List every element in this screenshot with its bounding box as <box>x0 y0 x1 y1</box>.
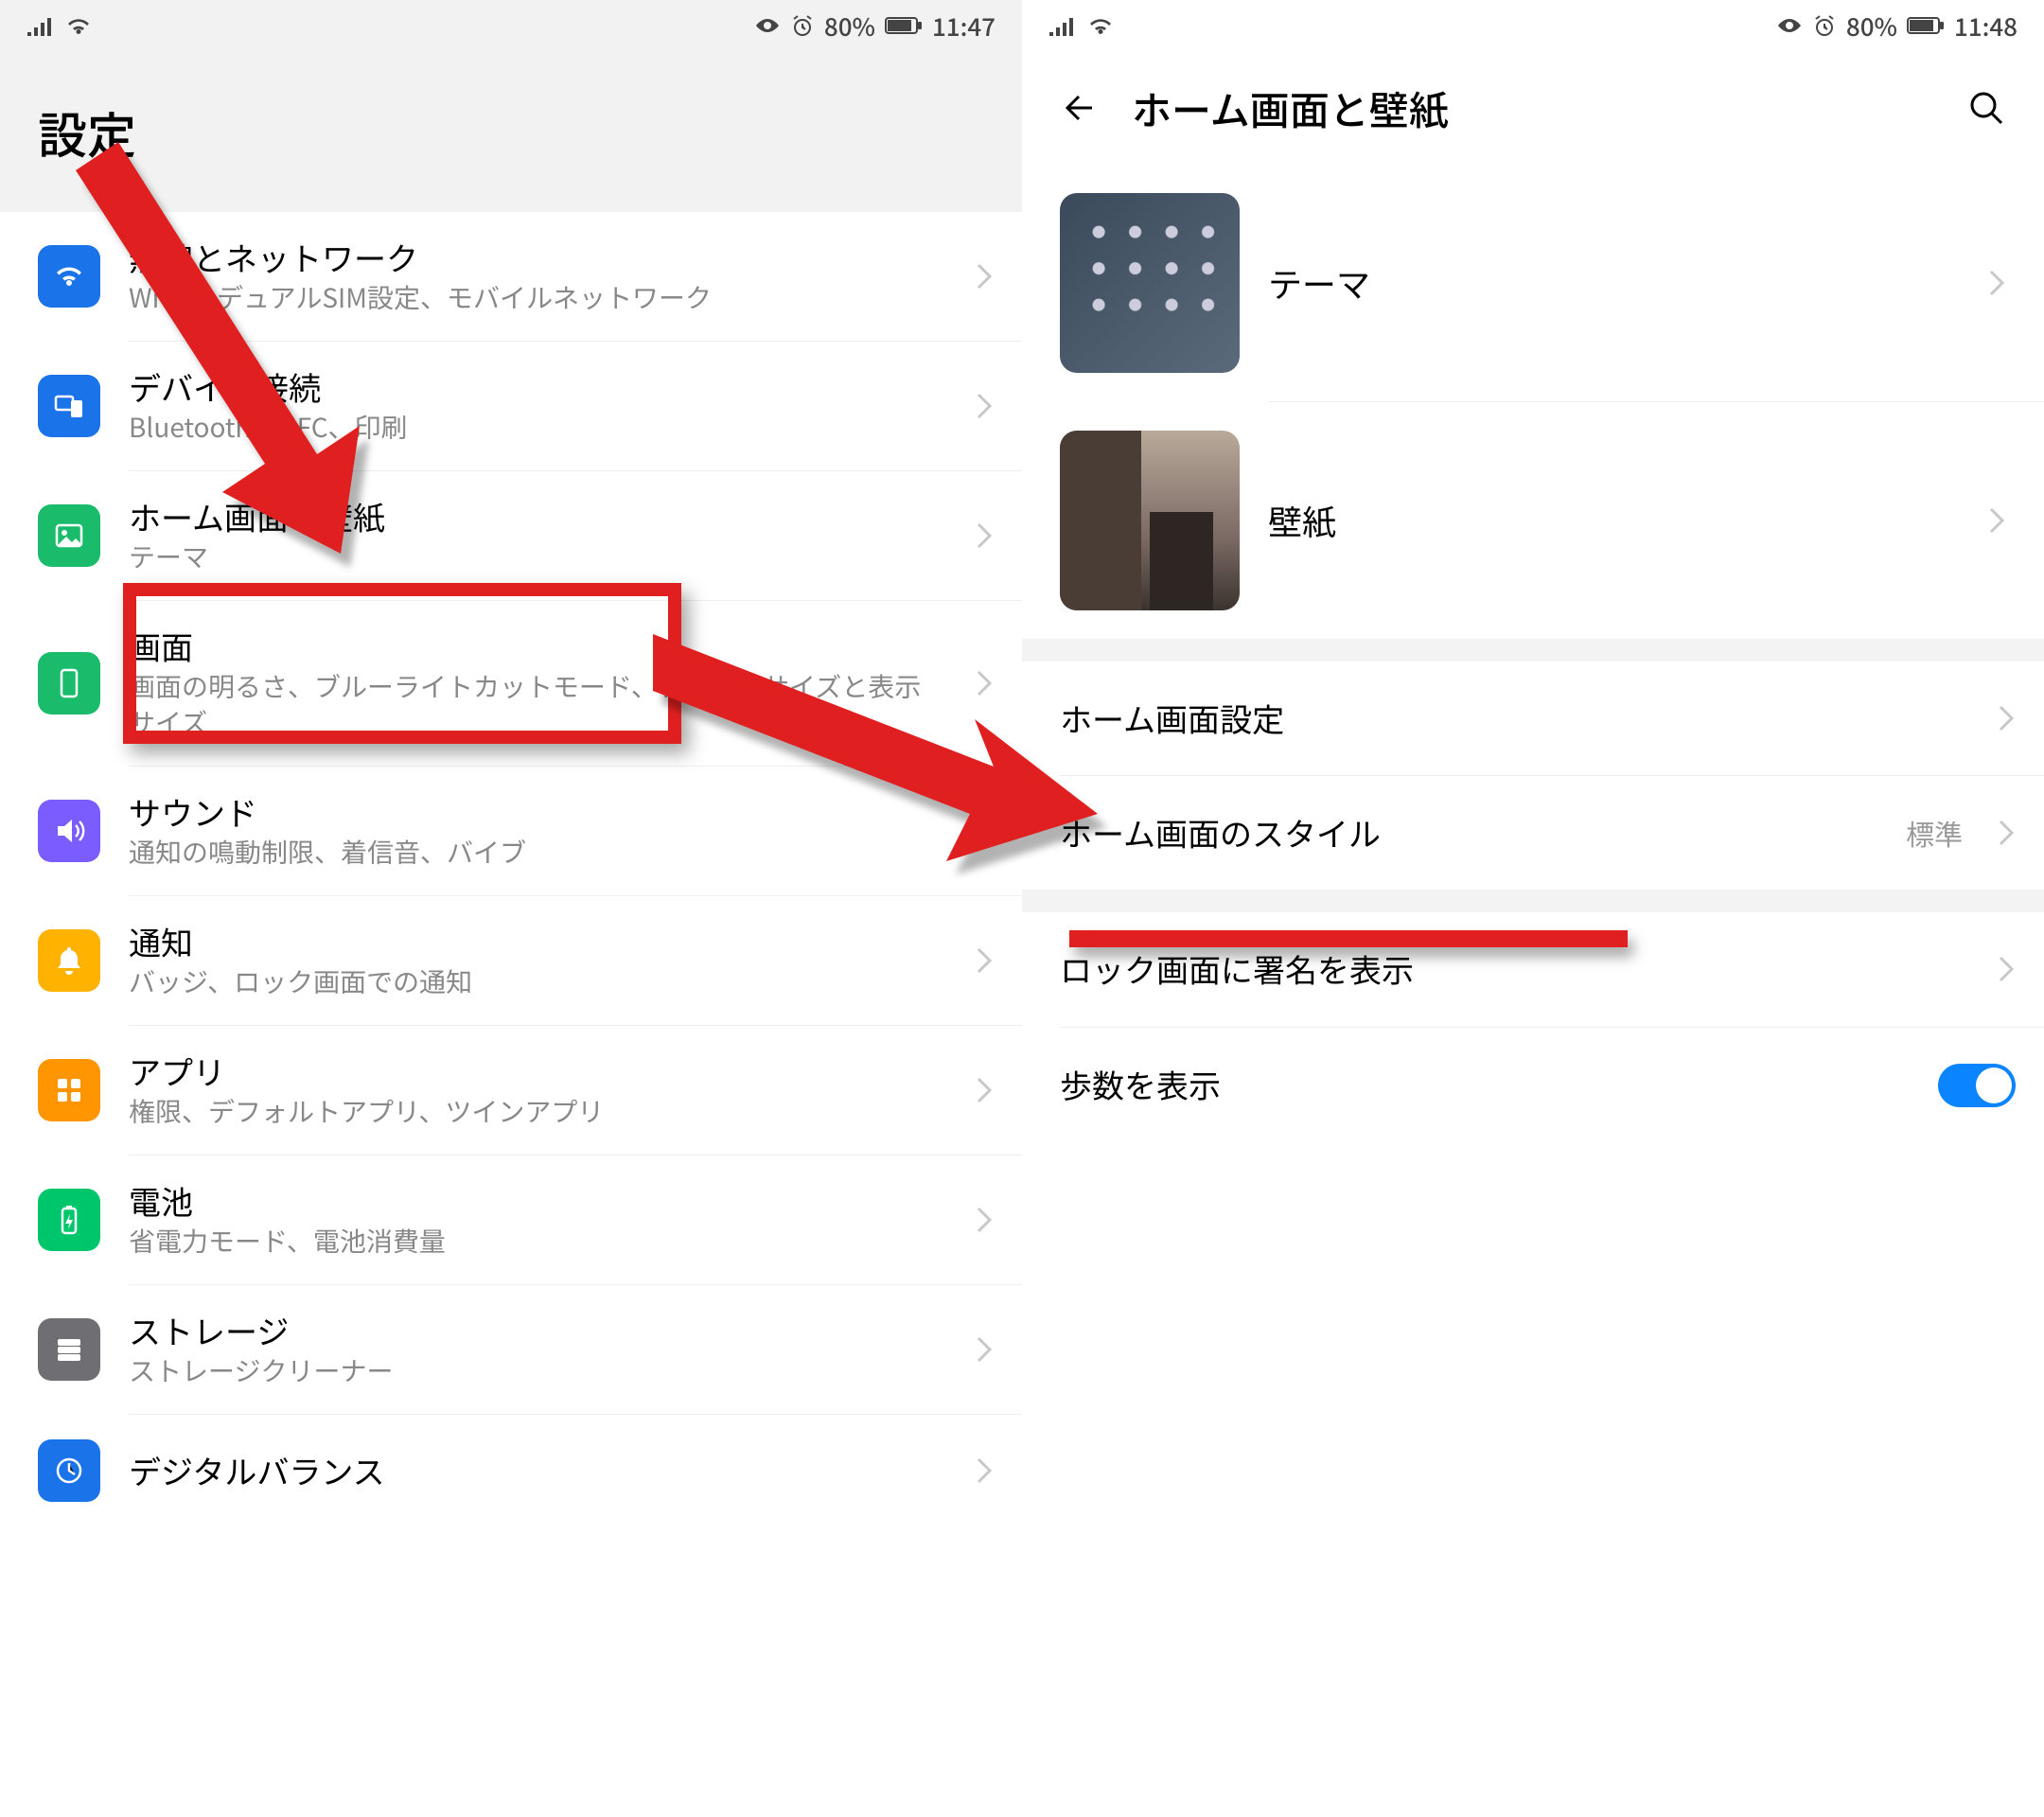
battery-icon <box>1907 16 1945 35</box>
row-value: 標準 <box>1906 812 1963 854</box>
wifi-status-icon <box>64 15 93 36</box>
row-title: 壁紙 <box>1268 499 1959 543</box>
row-title: ホーム画面と壁紙 <box>129 496 946 538</box>
row-sub: 画面の明るさ、ブルーライトカットモード、テキストサイズと表示サイズ <box>129 669 946 741</box>
row-battery[interactable]: 電池 省電力モード、電池消費量 <box>0 1155 1022 1284</box>
header: ホーム画面と壁紙 <box>1022 51 2044 165</box>
page-title: ホーム画面と壁紙 <box>1132 79 1449 137</box>
search-icon[interactable] <box>1966 88 2006 128</box>
wifi-status-icon <box>1086 15 1115 36</box>
header: 設定 <box>0 51 1022 212</box>
chevron-right-icon <box>1997 703 2016 733</box>
row-home-wallpaper[interactable]: ホーム画面と壁紙 テーマ <box>0 471 1022 600</box>
wifi-icon <box>38 245 100 308</box>
row-lock-signature[interactable]: ロック画面に署名を表示 <box>1022 912 2044 1026</box>
alarm-icon <box>1812 14 1837 37</box>
eye-icon <box>1776 16 1803 35</box>
row-sub: Wi-Fi、デュアルSIM設定、モバイルネットワーク <box>129 280 946 316</box>
wallpaper-thumbnail <box>1060 431 1240 610</box>
alarm-icon <box>790 14 815 37</box>
row-title: デバイス接続 <box>129 366 946 408</box>
chevron-right-icon <box>975 520 994 551</box>
row-sub: バッジ、ロック画面での通知 <box>129 964 946 1000</box>
status-bar: 80% 11:47 <box>0 0 1022 51</box>
status-bar: 80% 11:48 <box>1022 0 2044 51</box>
row-notifications[interactable]: 通知 バッジ、ロック画面での通知 <box>0 896 1022 1025</box>
chevron-right-icon <box>975 1205 994 1235</box>
apps-icon <box>38 1059 100 1121</box>
chevron-right-icon <box>975 261 994 291</box>
toggle-on[interactable] <box>1938 1064 2016 1107</box>
clock-time: 11:48 <box>1954 9 2018 44</box>
row-display[interactable]: 画面 画面の明るさ、ブルーライトカットモード、テキストサイズと表示サイズ <box>0 601 1022 766</box>
row-sub: 通知の鳴動制限、着信音、バイブ <box>129 835 946 871</box>
row-device-connection[interactable]: デバイス接続 Bluetooth、NFC、印刷 <box>0 342 1022 470</box>
bell-icon <box>38 929 100 992</box>
row-sub: Bluetooth、NFC、印刷 <box>129 410 946 446</box>
row-title: ストレージ <box>129 1310 946 1351</box>
battery-icon <box>885 16 923 35</box>
battery-percent: 80% <box>824 9 875 44</box>
device-icon <box>38 375 100 437</box>
row-sub: ストレージクリーナー <box>129 1353 946 1389</box>
row-step-count[interactable]: 歩数を表示 <box>1022 1028 2044 1143</box>
row-wireless[interactable]: 無線とネットワーク Wi-Fi、デュアルSIM設定、モバイルネットワーク <box>0 212 1022 341</box>
chevron-right-icon <box>1997 954 2016 984</box>
chevron-right-icon <box>975 945 994 976</box>
storage-icon <box>38 1318 100 1381</box>
digital-icon <box>38 1439 100 1502</box>
chevron-right-icon <box>1997 818 2016 848</box>
back-icon[interactable] <box>1060 89 1098 127</box>
row-title: 電池 <box>129 1180 946 1222</box>
row-title: デジタルバランス <box>129 1450 946 1491</box>
row-title: サウンド <box>129 791 946 833</box>
chevron-right-icon <box>975 1455 994 1486</box>
row-title: アプリ <box>129 1050 946 1092</box>
row-sub: テーマ <box>129 539 946 575</box>
row-title: 歩数を表示 <box>1060 1064 1910 1105</box>
battery-icon-box <box>38 1189 100 1251</box>
row-sub: 権限、デフォルトアプリ、ツインアプリ <box>129 1094 946 1130</box>
signal-icon <box>26 15 55 36</box>
chevron-right-icon <box>1987 268 2006 298</box>
image-icon <box>38 504 100 567</box>
clock-time: 11:47 <box>932 9 996 44</box>
settings-screen-left: 80% 11:47 設定 無線とネットワーク Wi-Fi、デュアルSIM設定、モ… <box>0 0 1022 1817</box>
settings-list: 無線とネットワーク Wi-Fi、デュアルSIM設定、モバイルネットワーク デバイ… <box>0 212 1022 1817</box>
row-title: ホーム画面設定 <box>1060 697 1968 739</box>
row-theme[interactable]: テーマ <box>1022 165 2044 401</box>
signal-icon <box>1048 15 1077 36</box>
row-title: ホーム画面のスタイル <box>1060 812 1877 854</box>
chevron-right-icon <box>975 391 994 421</box>
row-sub: 省電力モード、電池消費量 <box>129 1224 946 1260</box>
row-sound[interactable]: サウンド 通知の鳴動制限、着信音、バイブ <box>0 767 1022 895</box>
row-home-style[interactable]: ホーム画面のスタイル 標準 <box>1022 776 2044 890</box>
display-icon <box>38 652 100 714</box>
page-title: 設定 <box>38 97 136 168</box>
chevron-right-icon <box>975 1075 994 1105</box>
row-digital-balance[interactable]: デジタルバランス <box>0 1415 1022 1526</box>
sound-icon <box>38 800 100 862</box>
row-home-settings[interactable]: ホーム画面設定 <box>1022 662 2044 775</box>
row-title: テーマ <box>1268 261 1959 306</box>
chevron-right-icon <box>975 816 994 846</box>
eye-icon <box>754 16 781 35</box>
row-apps[interactable]: アプリ 権限、デフォルトアプリ、ツインアプリ <box>0 1026 1022 1155</box>
chevron-right-icon <box>975 668 994 698</box>
battery-percent: 80% <box>1846 9 1897 44</box>
row-title: 通知 <box>129 921 946 962</box>
row-wallpaper[interactable]: 壁紙 <box>1022 402 2044 639</box>
row-storage[interactable]: ストレージ ストレージクリーナー <box>0 1285 1022 1414</box>
chevron-right-icon <box>1987 505 2006 536</box>
chevron-right-icon <box>975 1334 994 1365</box>
row-title: 無線とネットワーク <box>129 237 946 278</box>
theme-thumbnail <box>1060 193 1240 373</box>
home-wallpaper-list: テーマ 壁紙 ホーム画面設定 <box>1022 165 2044 1817</box>
row-title: 画面 <box>129 626 946 667</box>
home-wallpaper-screen-right: 80% 11:48 ホーム画面と壁紙 テーマ <box>1022 0 2044 1817</box>
row-title: ロック画面に署名を表示 <box>1060 948 1968 990</box>
